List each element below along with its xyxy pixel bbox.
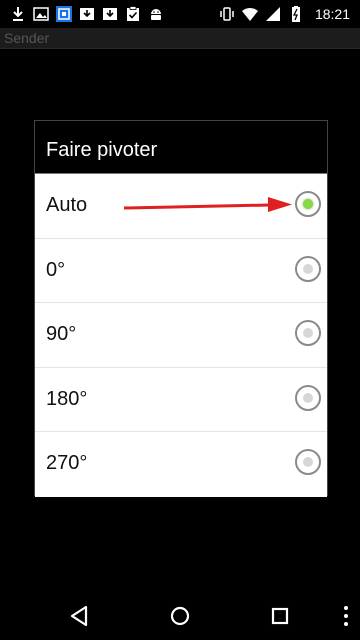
image-icon xyxy=(33,6,49,22)
signal-icon xyxy=(265,6,281,22)
option-label: Auto xyxy=(46,194,88,216)
radio-dot xyxy=(303,263,313,274)
option-label: 90° xyxy=(46,323,77,346)
option-180-degrees[interactable]: 180° xyxy=(35,367,327,433)
status-bar: 18:21 xyxy=(0,0,360,28)
radio-button[interactable] xyxy=(295,449,321,476)
option-label: 270° xyxy=(46,452,88,475)
radio-button[interactable] xyxy=(295,255,321,282)
wifi-icon xyxy=(241,6,258,22)
annotation-arrow xyxy=(123,197,292,212)
option-label: 0° xyxy=(46,258,66,281)
back-icon[interactable] xyxy=(66,602,94,630)
option-90-degrees[interactable]: 90° xyxy=(35,303,327,368)
navigation-bar xyxy=(0,592,360,640)
radio-button[interactable] xyxy=(295,384,321,411)
radio-dot xyxy=(303,328,313,339)
option-270-degrees[interactable]: 270° xyxy=(35,432,327,497)
home-icon[interactable] xyxy=(166,602,194,630)
app-title: Sender xyxy=(4,30,50,46)
radio-dot xyxy=(303,392,313,403)
dialog-header: Faire pivoter xyxy=(35,121,327,174)
recents-icon[interactable] xyxy=(266,602,294,630)
android-icon xyxy=(148,6,164,22)
dialog-title: Faire pivoter xyxy=(46,139,158,161)
status-bar-system: 18:21 xyxy=(219,4,350,24)
vibrate-icon xyxy=(219,6,235,22)
status-bar-notifications xyxy=(10,4,164,24)
screen: 18:21 Sender Faire pivoter Auto 0° 90° 1… xyxy=(0,0,360,640)
download-box-icon xyxy=(102,6,118,22)
download-icon xyxy=(10,6,26,22)
more-icon[interactable] xyxy=(332,602,348,630)
option-label: 180° xyxy=(46,387,88,410)
radio-dot xyxy=(303,199,313,209)
app-bar: Sender xyxy=(0,28,360,49)
rotate-dialog: Faire pivoter Auto 0° 90° 180° 270° xyxy=(34,120,328,497)
status-time: 18:21 xyxy=(314,6,350,22)
battery-icon xyxy=(288,6,304,22)
cast-icon xyxy=(79,6,95,22)
clipboard-icon xyxy=(125,6,141,22)
app-icon xyxy=(56,6,72,22)
option-0-degrees[interactable]: 0° xyxy=(35,238,327,304)
radio-button[interactable] xyxy=(295,320,321,347)
radio-dot xyxy=(303,457,313,468)
